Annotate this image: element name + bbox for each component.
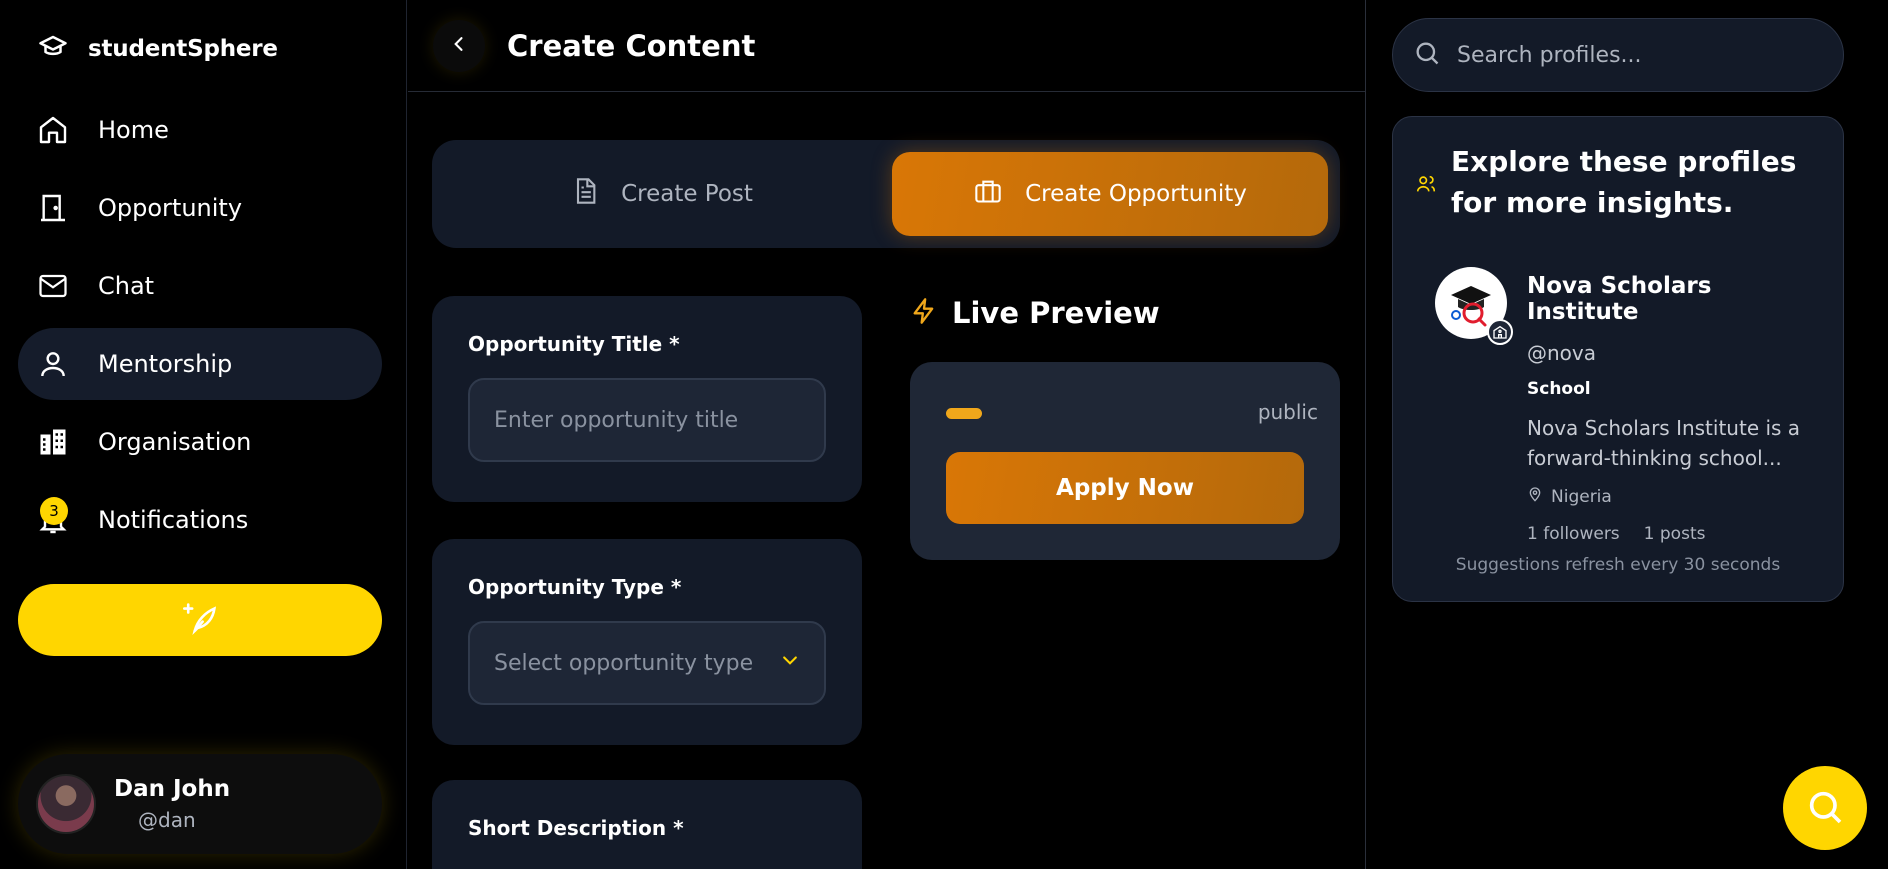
page-title: Create Content	[507, 28, 756, 63]
suggested-profiles-card: Explore these profiles for more insights…	[1392, 116, 1844, 602]
lightning-icon	[910, 296, 938, 330]
nav-item-chat[interactable]: Chat	[18, 250, 382, 322]
main-content: Create Content Create Post Create Opport…	[408, 0, 1366, 869]
live-preview-header: Live Preview	[910, 296, 1160, 330]
brand[interactable]: studentSphere	[36, 32, 278, 66]
tab-create-opportunity[interactable]: Create Opportunity	[892, 152, 1328, 236]
brand-name: studentSphere	[88, 36, 278, 62]
building-icon	[36, 425, 70, 459]
nav-item-label: Chat	[98, 272, 155, 300]
chevron-left-icon	[449, 34, 469, 57]
document-icon	[571, 176, 599, 212]
notification-count-badge: 3	[40, 497, 68, 525]
suggestions-title: Explore these profiles for more insights…	[1451, 145, 1797, 219]
right-panel: Explore these profiles for more insights…	[1366, 0, 1888, 869]
nav-item-label: Mentorship	[98, 350, 233, 378]
suggestions-header: Explore these profiles for more insights…	[1415, 141, 1831, 223]
location-text: Nigeria	[1551, 486, 1612, 507]
short-description-label: Short Description *	[468, 816, 684, 840]
mail-icon	[36, 269, 70, 303]
tab-create-post[interactable]: Create Post	[444, 152, 880, 236]
profile-location: Nigeria	[1527, 485, 1827, 508]
search-icon	[1413, 39, 1441, 71]
preview-type-pill	[946, 408, 982, 419]
short-description-card: Short Description *	[432, 780, 862, 869]
graduation-cap-icon	[36, 32, 70, 66]
profile-type: School	[1527, 379, 1591, 399]
home-icon	[36, 113, 70, 147]
nav-item-label: Organisation	[98, 428, 252, 456]
profile-name: Nova Scholars Institute	[1527, 273, 1712, 325]
user-icon	[36, 347, 70, 381]
profile-handle: @nova	[1527, 341, 1597, 365]
nav-item-organisation[interactable]: Organisation	[18, 406, 382, 478]
user-handle: @dan	[138, 808, 196, 832]
door-icon	[36, 191, 70, 225]
opportunity-type-card: Opportunity Type * Select opportunity ty…	[432, 539, 862, 745]
feather-sparkle-icon	[181, 602, 219, 639]
main-nav: Home Opportunity Chat Mentorship Organis…	[18, 94, 382, 562]
posts-count: 1 posts	[1643, 524, 1706, 544]
floating-search-button[interactable]	[1783, 766, 1867, 850]
nav-item-opportunity[interactable]: Opportunity	[18, 172, 382, 244]
nav-item-label: Notifications	[98, 506, 249, 534]
chevron-down-icon	[780, 650, 800, 676]
briefcase-icon	[973, 177, 1003, 211]
opportunity-title-input[interactable]	[468, 378, 826, 462]
nav-item-label: Home	[98, 116, 169, 144]
nav-item-mentorship[interactable]: Mentorship	[18, 328, 382, 400]
bell-icon: 3	[36, 497, 70, 537]
opportunity-type-label: Opportunity Type *	[468, 575, 682, 599]
opportunity-type-select[interactable]: Select opportunity type	[468, 621, 826, 705]
select-placeholder: Select opportunity type	[494, 650, 754, 676]
tab-label: Create Opportunity	[1025, 181, 1247, 207]
followers-count: 1 followers	[1527, 524, 1620, 544]
search-input[interactable]	[1457, 42, 1817, 68]
apply-now-button[interactable]: Apply Now	[946, 452, 1304, 524]
tab-label: Create Post	[621, 181, 753, 207]
content-type-tabs: Create Post Create Opportunity	[432, 140, 1340, 248]
opportunity-title-label: Opportunity Title *	[468, 332, 680, 356]
back-button[interactable]	[433, 19, 485, 72]
profile-search	[1392, 18, 1844, 92]
preview-visibility: public	[1257, 400, 1318, 424]
profile-description: Nova Scholars Institute is a forward-thi…	[1527, 416, 1801, 470]
live-preview-title: Live Preview	[952, 296, 1160, 330]
nav-item-label: Opportunity	[98, 194, 243, 222]
nav-item-home[interactable]: Home	[18, 94, 382, 166]
current-user-card[interactable]: Dan John @dan	[18, 754, 382, 854]
school-building-icon	[1487, 319, 1513, 345]
nav-item-notifications[interactable]: 3 Notifications	[18, 484, 382, 556]
search-icon	[1805, 787, 1845, 830]
user-name: Dan John	[114, 776, 231, 802]
map-pin-icon	[1527, 485, 1543, 508]
left-sidebar: studentSphere Home Opportunity Chat Ment…	[0, 0, 407, 869]
refresh-note: Suggestions refresh every 30 seconds	[1455, 555, 1781, 575]
page-header: Create Content	[408, 0, 1365, 92]
profile-stats: 1 followers 1 posts	[1527, 524, 1827, 544]
users-icon	[1415, 173, 1437, 223]
compose-button[interactable]	[18, 584, 382, 656]
opportunity-title-card: Opportunity Title *	[432, 296, 862, 502]
avatar	[36, 774, 96, 834]
live-preview-card: public Apply Now	[910, 362, 1340, 560]
